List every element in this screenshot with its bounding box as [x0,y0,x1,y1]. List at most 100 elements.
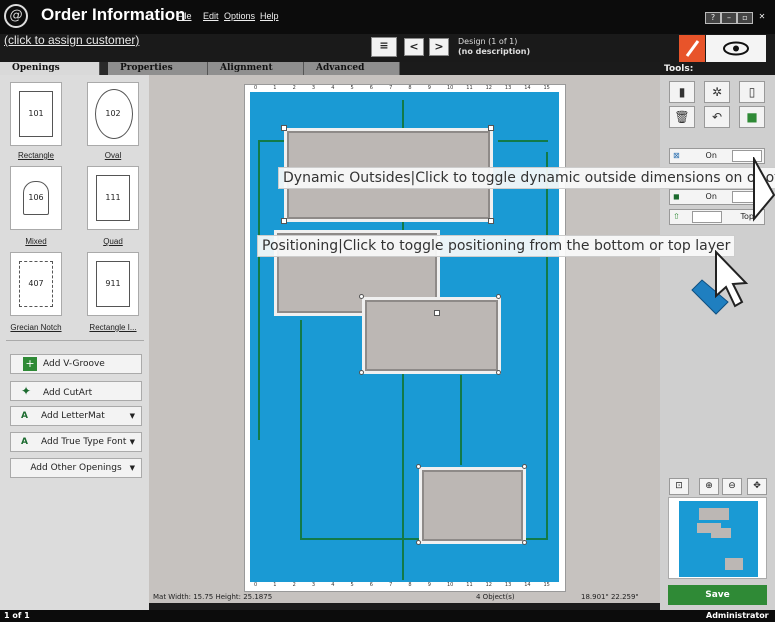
opening-label[interactable]: Mixed [4,237,68,246]
opening-quad[interactable]: 111 [87,166,139,230]
opening-rectangle-i[interactable]: 911 [87,252,139,316]
resize-handle[interactable] [281,125,287,131]
minimize-button[interactable]: – [721,12,737,24]
tab-advanced[interactable]: Advanced [304,62,400,75]
layer-arrow-icon: ⇧ [673,212,680,221]
resize-handle[interactable] [496,370,501,375]
top-ruler: 0 1 2 3 4 5 6 7 8 9 10 11 12 13 14 15 [250,85,559,92]
zoom-fit-button[interactable]: ⊡ [669,478,689,495]
help-window-button[interactable]: ? [705,12,721,24]
add-lettermat-button[interactable]: A Add LetterMat ▼ [10,406,142,426]
ruler-tick-label: 11 [466,582,473,588]
zoom-out-button[interactable]: ⊖ [722,478,742,495]
ruler-tick-label: 8 [408,582,412,588]
resize-handle[interactable] [496,294,501,299]
design-description: (no description) [458,47,531,56]
layers-icon: ■ [746,110,758,124]
option-toggle[interactable]: ◼ On [669,189,765,205]
resize-handle[interactable] [281,218,287,224]
opening-label[interactable]: Grecian Notch [4,323,68,332]
edit-pen-button[interactable] [679,35,705,62]
delete-button[interactable]: 🗑 [669,106,695,128]
menu-list-button[interactable]: ≡ [371,37,397,57]
assign-customer-link[interactable]: (click to assign customer) [4,33,139,47]
mat-dimensions: Mat Width: 15.75 Height: 25.1875 [153,593,273,601]
opening-label[interactable]: Oval [81,151,145,160]
pan-button[interactable]: ✥ [747,478,767,495]
expand-icon: ⊠ [673,151,680,160]
tab-openings[interactable]: Openings [0,62,100,75]
opening-label[interactable]: Rectangle [4,151,68,160]
ruler-tick-label: 7 [389,582,393,588]
add-cutart-button[interactable]: ✦ Add CutArt [10,381,142,401]
previous-design-button[interactable]: < [404,38,424,56]
add-button-label: Add Other Openings [30,463,122,473]
ruler-tick-label: 2 [292,582,296,588]
preview-button[interactable] [706,35,766,62]
resize-handle[interactable] [416,540,421,545]
opening-code: 111 [105,193,121,202]
ruler-tick-label: 12 [485,582,492,588]
door-icon: ▯ [748,85,756,99]
menu-help[interactable]: Help [260,11,279,21]
dynamic-outsides-toggle[interactable]: ⊠ On [669,148,765,164]
opening-oval[interactable]: 102 [87,82,139,146]
resize-handle[interactable] [416,464,421,469]
ruler-tick-label: 15 [543,85,550,91]
add-v-groove-button[interactable]: + Add V-Groove [10,354,142,374]
tab-alignment[interactable]: Alignment [208,62,304,75]
add-button-label: Add V-Groove [43,359,105,369]
chevron-left-icon: < [409,40,419,53]
hamburger-icon: ≡ [379,39,389,52]
menu-file[interactable]: File [177,11,192,21]
opening-grecian-notch[interactable]: 407 [10,252,62,316]
door-tool-button[interactable]: ▯ [739,81,765,103]
maximize-button[interactable]: ▫ [737,12,753,24]
resize-handle[interactable] [359,294,364,299]
knife-icon: ▮ [678,85,686,99]
menu-options[interactable]: Options [224,11,255,21]
add-true-type-font-button[interactable]: A Add True Type Font ▼ [10,432,142,452]
settings-tool-button[interactable]: ✲ [704,81,730,103]
opening-mixed[interactable]: 106 [10,166,62,230]
ruler-tick-label: 11 [466,85,473,91]
zoom-in-icon: ⊕ [705,481,713,491]
resize-handle[interactable] [522,540,527,545]
app-title: Order Information [41,5,186,24]
mat-opening[interactable] [419,467,526,544]
resize-handle[interactable] [488,218,494,224]
footer-bar [0,610,775,622]
ruler-tick-label: 14 [524,582,531,588]
resize-handle[interactable] [488,125,494,131]
resize-handle[interactable] [522,464,527,469]
mat-opening[interactable] [362,297,501,374]
knife-tool-button[interactable]: ▮ [669,81,695,103]
toggle-state: On [705,151,717,160]
design-counter: Design (1 of 1) [458,37,518,46]
dropdown-arrow-icon: ▼ [129,412,135,420]
positioning-toggle[interactable]: ⇧ Top [669,209,765,225]
object-count: 4 Object(s) [476,593,515,601]
guide-line [498,140,548,142]
next-design-button[interactable]: > [429,38,449,56]
opening-label[interactable]: Quad [81,237,145,246]
resize-handle[interactable] [359,370,364,375]
ruler-tick-label: 5 [350,582,354,588]
add-other-openings-button[interactable]: Add Other Openings ▼ [10,458,142,478]
ruler-tick-label: 0 [254,582,258,588]
undo-button[interactable]: ↶ [704,106,730,128]
opening-label[interactable]: Rectangle I... [81,323,145,332]
trash-icon: 🗑 [674,110,690,124]
cursor-arrow-icon [753,157,775,222]
center-handle[interactable] [434,310,440,316]
close-button[interactable]: ✕ [754,12,770,24]
design-thumbnail[interactable] [668,497,767,579]
save-button[interactable]: Save [668,585,767,605]
pen-icon [685,40,700,57]
tab-properties[interactable]: Properties [108,62,208,75]
opening-code: 102 [105,109,121,118]
menu-edit[interactable]: Edit [203,11,219,21]
layers-button[interactable]: ■ [739,106,765,128]
opening-rectangle[interactable]: 101 [10,82,62,146]
zoom-in-button[interactable]: ⊕ [699,478,719,495]
